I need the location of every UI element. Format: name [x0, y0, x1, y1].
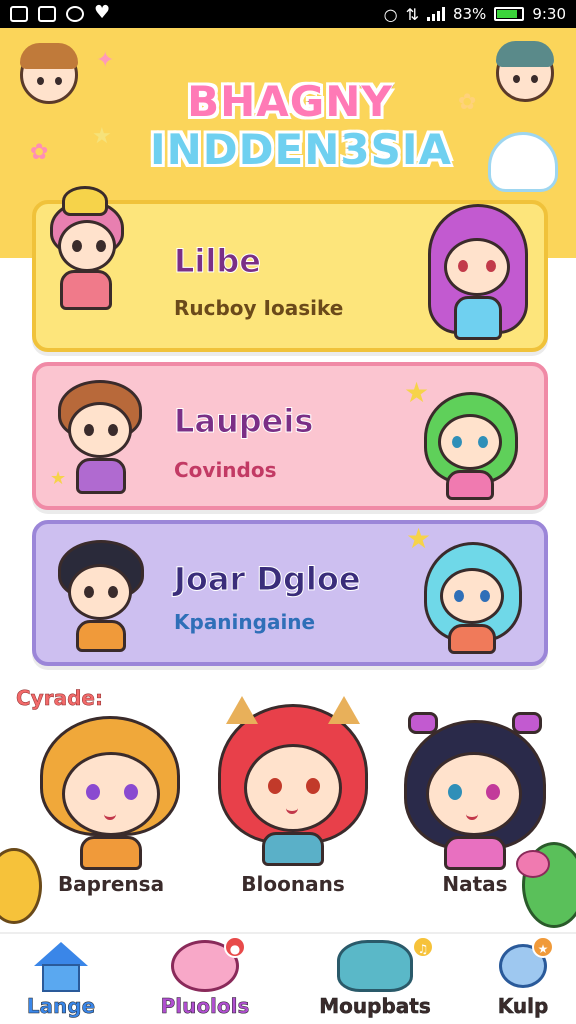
nav-label: Lange: [26, 994, 96, 1019]
status-left-icons: [10, 2, 110, 23]
character-3[interactable]: [402, 712, 548, 872]
card-title: Lilbe: [174, 242, 262, 281]
star-sticker: ✿: [458, 90, 477, 115]
star-badge: ★: [532, 936, 554, 958]
cat-ear-icon: [328, 696, 360, 724]
bow-icon: [512, 712, 542, 734]
card-title: Laupeis: [173, 402, 314, 441]
character-1[interactable]: [36, 712, 186, 872]
nav-label: Kulp: [497, 994, 549, 1019]
nav-label: Pluolols: [160, 994, 250, 1019]
nav-item-pluolols[interactable]: ● Pluolols: [140, 934, 270, 1024]
gallery-icon: [10, 6, 28, 22]
status-bar: ○ ⇅ 83% 9:30: [0, 0, 576, 28]
cat-icon: [337, 940, 413, 992]
character-name: Bloonans: [241, 872, 345, 896]
star-sticker: ✦: [96, 48, 115, 73]
avatar-card1-left: [30, 186, 140, 336]
status-right-icons: ○ ⇅ 83% 9:30: [384, 5, 566, 24]
avatar-card3-left: [50, 536, 160, 656]
bottom-navigation: Lange ● Pluolols ♫ Moupbats ★ Kulp: [0, 932, 576, 1024]
star-sticker: ★: [50, 468, 67, 489]
battery-percent: 83%: [452, 5, 487, 23]
battery-fill: [497, 10, 518, 18]
ghost-sticker: [488, 132, 558, 192]
star-sticker: ★: [92, 124, 112, 149]
home-icon: [34, 942, 88, 992]
avatar-card3-right: [420, 540, 530, 660]
bow-icon: [408, 712, 438, 734]
battery-icon: [494, 7, 525, 21]
avatar-corner-left: [20, 43, 78, 104]
character-2[interactable]: [218, 696, 368, 872]
cat-ear-icon: [226, 696, 258, 724]
nav-item-home[interactable]: Lange: [0, 934, 122, 1024]
logo-line-1: BHAGNY: [186, 77, 393, 127]
card-subtitle: Covindos: [174, 458, 277, 482]
logo-line-2: INDDEN3SIA: [149, 125, 452, 175]
messenger-icon: [38, 6, 56, 22]
signal-icon: [426, 7, 445, 21]
avatar-card1-right: [418, 198, 548, 358]
avatar-card2-right: [418, 388, 528, 508]
nav-label: Moupbats: [319, 994, 431, 1019]
star-sticker: ✿: [30, 140, 49, 165]
data-icon: ⇅: [405, 4, 419, 24]
notification-badge: ●: [224, 936, 246, 958]
star-sticker: ★: [404, 376, 430, 409]
pink-blob-sticker: [516, 850, 550, 878]
avatar-corner-right: [496, 41, 554, 102]
card-subtitle: Kpaningaine: [174, 610, 316, 634]
nav-item-kulp[interactable]: ★ Kulp: [470, 934, 576, 1024]
card-title: Joar Dgloe: [174, 560, 362, 599]
app-logo: BHAGNY INDDEN3SIA: [149, 77, 452, 175]
wifi-icon: ○: [383, 4, 398, 24]
music-badge: ♫: [412, 936, 434, 958]
star-sticker: ★: [406, 522, 432, 555]
card-subtitle: Rucboy Ioasike: [174, 296, 344, 320]
chrome-icon: [66, 6, 84, 22]
clock: 9:30: [532, 5, 566, 23]
crown-icon: [62, 186, 108, 216]
heart-icon: [94, 2, 110, 23]
character-name: Baprensa: [57, 872, 165, 896]
section-heading: Cyrade:: [16, 686, 103, 711]
nav-item-moupbats[interactable]: ♫ Moupbats: [300, 934, 450, 1024]
avatar-card2-left: [52, 372, 152, 502]
